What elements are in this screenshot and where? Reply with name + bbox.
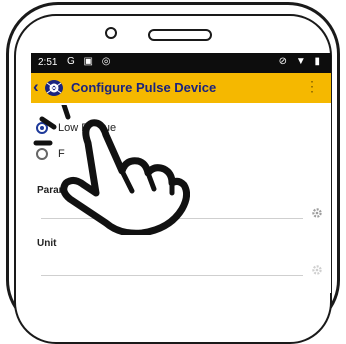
page-title: Configure Pulse Device <box>71 80 217 95</box>
chevron-left-icon[interactable]: ‹ <box>33 77 39 97</box>
app-bar: ‹ Configure Pulse Device ⋮ <box>31 73 331 103</box>
overflow-menu-icon[interactable]: ⋮ <box>305 78 319 95</box>
unit-field[interactable] <box>41 275 303 276</box>
speaker-grille <box>148 29 212 41</box>
unit-label: Unit <box>37 238 57 249</box>
status-time: 2:51 <box>38 57 58 68</box>
pulse-logo-icon <box>45 80 63 96</box>
gear-icon[interactable] <box>311 264 323 276</box>
status-bar: 2:51 G ▣ ◎ ⊘ ▼ ▮ <box>31 53 331 73</box>
gear-icon[interactable] <box>311 207 323 219</box>
status-left-icons: G ▣ ◎ <box>67 56 114 67</box>
status-right-icons: ⊘ ▼ ▮ <box>278 56 323 67</box>
tap-hand-icon <box>33 105 190 235</box>
camera-icon <box>105 27 117 39</box>
